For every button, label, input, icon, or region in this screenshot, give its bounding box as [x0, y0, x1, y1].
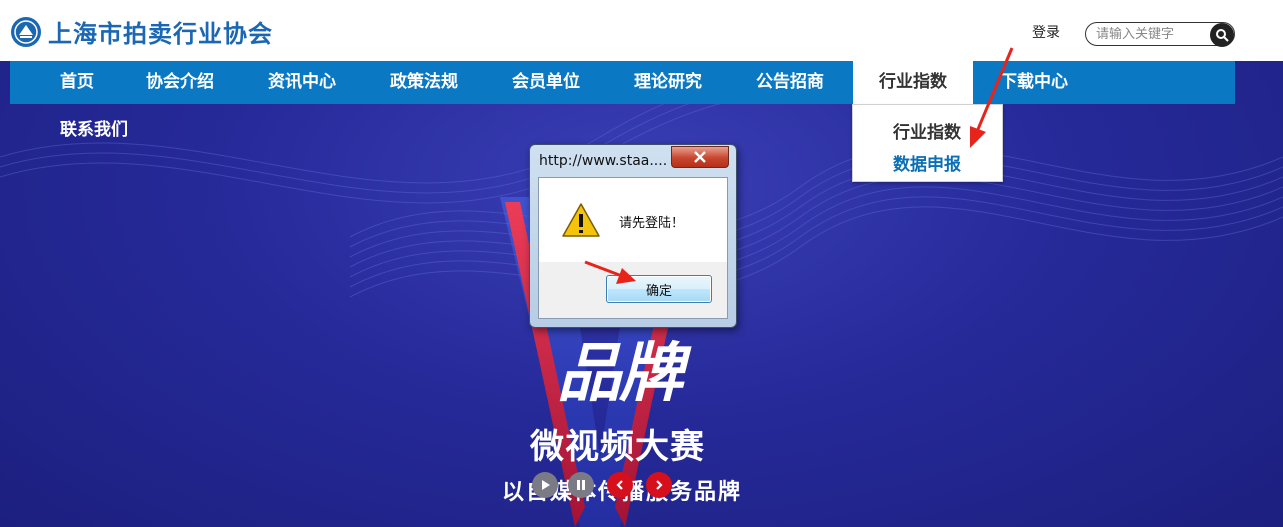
pause-icon	[577, 480, 585, 490]
nav-item-research[interactable]: 理论研究	[634, 61, 702, 104]
banner-headline: 品牌	[557, 337, 683, 411]
search-box	[1085, 22, 1235, 47]
site-logo[interactable]: 上海市拍卖行业协会	[10, 14, 273, 49]
alert-dialog: http://www.staa.... 请先登陆！ 确定	[529, 144, 737, 328]
nav-item-downloads[interactable]: 下载中心	[1000, 61, 1068, 104]
dialog-message: 请先登陆！	[619, 216, 685, 231]
play-icon	[542, 480, 550, 490]
slider-play-button[interactable]	[532, 472, 558, 498]
nav-item-contact[interactable]: 联系我们	[60, 115, 128, 140]
dialog-body: 请先登陆！ 确定	[538, 177, 728, 319]
chevron-left-icon	[616, 480, 623, 490]
nav-item-members[interactable]: 会员单位	[512, 61, 580, 104]
dialog-close-button[interactable]	[671, 146, 729, 168]
slider-prev-button[interactable]	[607, 472, 633, 498]
nav-item-about[interactable]: 协会介绍	[146, 61, 214, 104]
dropdown-item-data-report[interactable]: 数据申报	[893, 150, 961, 175]
nav-item-notices[interactable]: 公告招商	[756, 61, 824, 104]
nav-item-industry-index[interactable]: 行业指数	[853, 61, 973, 104]
search-icon	[1216, 29, 1229, 42]
login-link[interactable]: 登录	[1032, 22, 1060, 42]
dialog-title: http://www.staa....	[539, 153, 668, 169]
dialog-content: 请先登陆！	[539, 178, 727, 262]
nav-item-policy[interactable]: 政策法规	[390, 61, 458, 104]
industry-index-dropdown: 行业指数 数据申报	[852, 104, 1003, 182]
ok-button[interactable]: 确定	[606, 275, 712, 303]
nav-item-home[interactable]: 首页	[60, 61, 94, 104]
main-nav: 首页 协会介绍 资讯中心 政策法规 会员单位 理论研究 公告招商 行业指数 下载…	[10, 61, 1235, 104]
association-emblem-icon	[11, 16, 41, 47]
search-button[interactable]	[1210, 23, 1234, 47]
nav-item-news[interactable]: 资讯中心	[268, 61, 336, 104]
close-icon	[694, 151, 706, 163]
warning-icon	[562, 203, 600, 237]
site-name: 上海市拍卖行业协会	[48, 20, 273, 48]
chevron-right-icon	[656, 480, 663, 490]
slider-next-button[interactable]	[646, 472, 672, 498]
site-header: 上海市拍卖行业协会 登录	[0, 0, 1283, 61]
search-input[interactable]	[1096, 26, 1214, 42]
slider-pause-button[interactable]	[568, 472, 594, 498]
dropdown-item-industry-index[interactable]: 行业指数	[893, 118, 961, 143]
banner-subheadline: 微视频大赛	[530, 427, 705, 467]
